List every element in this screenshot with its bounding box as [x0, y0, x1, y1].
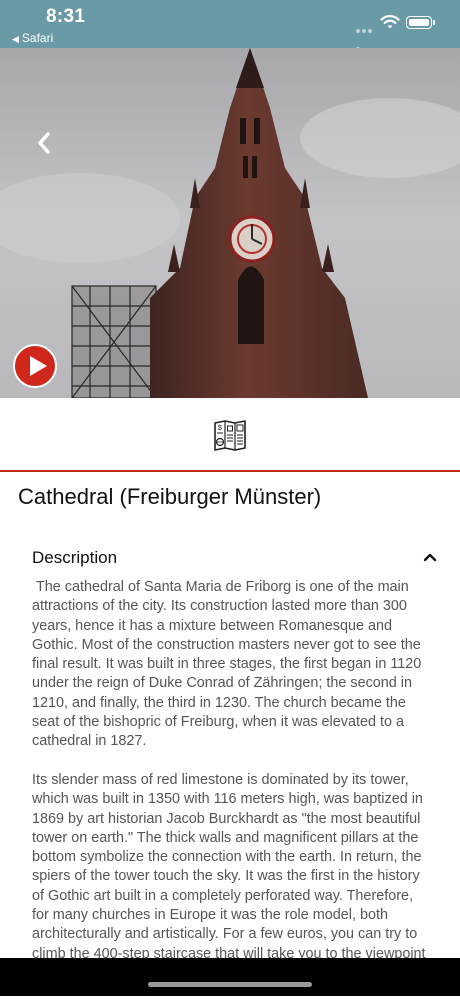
- page-title: Cathedral (Freiburger Münster): [18, 484, 322, 509]
- icon-bar: $: [0, 398, 460, 470]
- description-paragraph: The cathedral of Santa Maria de Friborg …: [32, 579, 426, 750]
- description-paragraph: Its slender mass of red limestone is dom…: [32, 771, 426, 981]
- guide-brochure-icon[interactable]: $: [212, 418, 248, 452]
- back-app-label: Safari: [21, 31, 54, 45]
- chevron-up-icon[interactable]: [423, 552, 437, 562]
- status-bar: 8:31 ◀ Safari: [0, 0, 460, 51]
- back-triangle-icon: ◀: [12, 34, 19, 44]
- svg-text:$: $: [218, 425, 222, 432]
- status-time: 8:31: [46, 6, 86, 27]
- back-chevron-icon[interactable]: [30, 128, 60, 158]
- description-body: The cathedral of Santa Maria de Friborg …: [32, 578, 428, 1003]
- home-indicator[interactable]: [148, 982, 312, 987]
- section-divider: [0, 470, 460, 472]
- hero-image: [0, 48, 460, 398]
- wifi-icon: [380, 15, 400, 29]
- bottom-bar: [0, 958, 460, 996]
- signal-icon: [356, 20, 378, 51]
- description-label: Description: [32, 548, 118, 567]
- description-accordion-header[interactable]: Description: [0, 540, 460, 576]
- play-audio-button[interactable]: [13, 344, 57, 388]
- cathedral-photo: [0, 48, 460, 398]
- back-to-safari-link[interactable]: ◀ Safari: [12, 31, 53, 45]
- battery-icon: [406, 16, 435, 29]
